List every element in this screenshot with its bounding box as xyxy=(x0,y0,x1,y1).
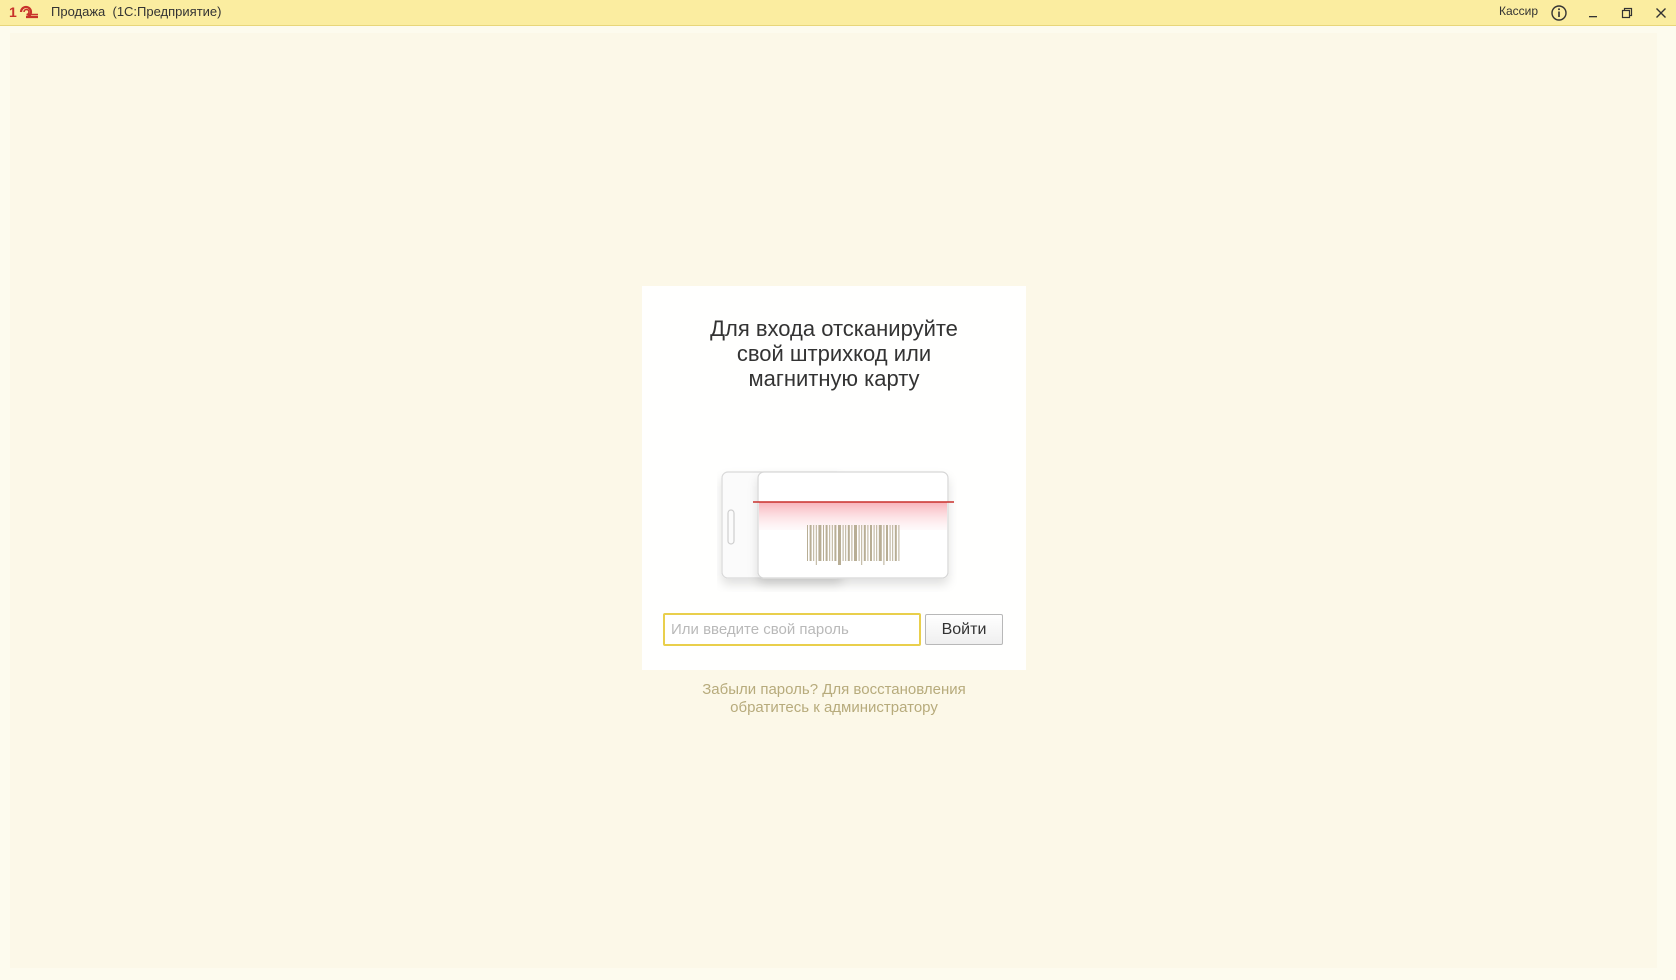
login-title: Для входа отсканируйте свой штрихкод или… xyxy=(642,316,1026,391)
close-button[interactable] xyxy=(1650,2,1672,24)
login-title-line-1: Для входа отсканируйте xyxy=(710,316,958,341)
info-icon xyxy=(1551,5,1567,21)
1c-logo-icon: 1 xyxy=(9,4,38,20)
minimize-button[interactable] xyxy=(1582,2,1604,24)
forgot-password-line-1: Забыли пароль? Для восстановления xyxy=(702,681,966,698)
login-title-line-3: магнитную карту xyxy=(748,366,920,391)
login-card: Для входа отсканируйте свой штрихкод или… xyxy=(642,286,1026,670)
svg-text:1: 1 xyxy=(9,4,17,20)
login-title-line-2: свой штрихкод или xyxy=(736,341,932,366)
close-icon xyxy=(1656,8,1666,18)
current-user-name[interactable]: Кассир xyxy=(1499,4,1538,18)
minimize-icon xyxy=(1589,16,1597,18)
forgot-password-line-2: обратитесь к администратору xyxy=(730,699,938,716)
window-title: Продажа (1С:Предприятие) xyxy=(51,4,222,19)
forgot-password-hint: Забыли пароль? Для восстановления обрати… xyxy=(642,681,1026,717)
window-titlebar: 1 Продажа (1С:Предприятие) Кассир xyxy=(0,0,1676,26)
info-button[interactable] xyxy=(1548,2,1570,24)
barcode-card-scanner-icon xyxy=(721,471,954,579)
login-button[interactable]: Войти xyxy=(925,614,1003,645)
restore-button[interactable] xyxy=(1616,2,1638,24)
password-input[interactable] xyxy=(663,613,921,646)
restore-icon xyxy=(1621,7,1633,19)
